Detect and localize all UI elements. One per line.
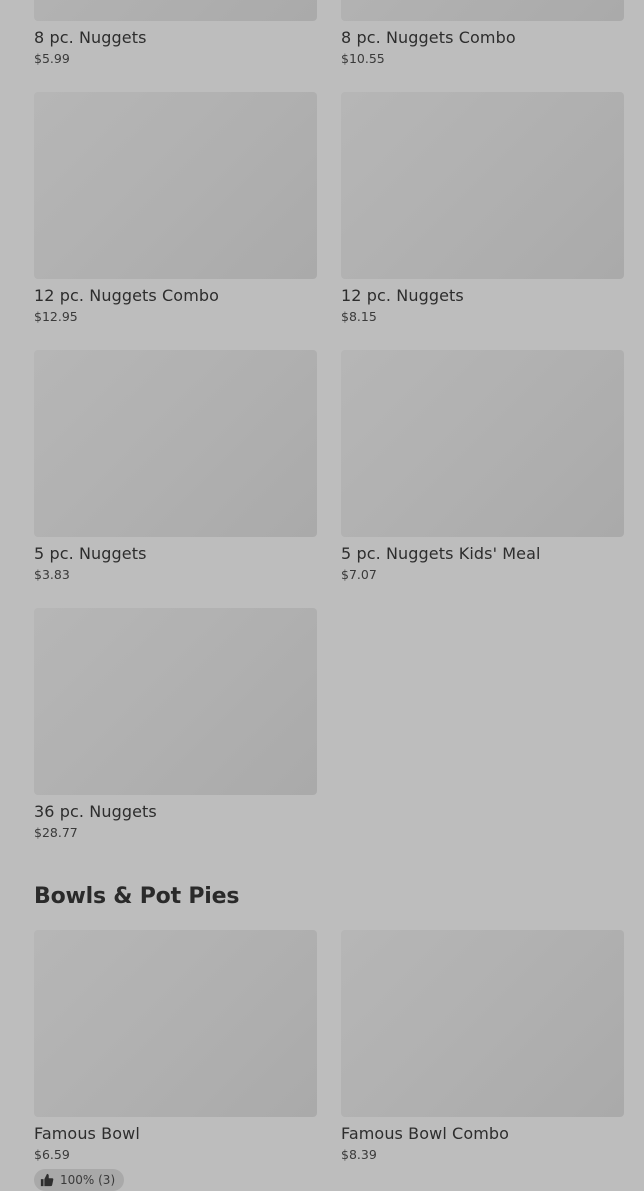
menu-item-price: $8.15 bbox=[341, 309, 377, 324]
menu-item-price: $12.95 bbox=[34, 309, 78, 324]
menu-item-image bbox=[34, 350, 317, 537]
menu-item-name: Famous Bowl bbox=[34, 1124, 140, 1143]
menu-item-name: Famous Bowl Combo bbox=[341, 1124, 510, 1143]
menu-item-image bbox=[341, 92, 624, 279]
menu-item-card[interactable]: 8 pc. Nuggets Combo $10.55 bbox=[341, 0, 624, 67]
menu-item-name: 12 pc. Nuggets Combo bbox=[34, 286, 220, 305]
menu-item-image bbox=[341, 350, 624, 537]
menu-item-price: $7.07 bbox=[341, 567, 377, 582]
menu-item-image bbox=[341, 930, 624, 1117]
menu-item-price: $8.39 bbox=[341, 1147, 377, 1162]
menu-item-price: $6.59 bbox=[34, 1147, 70, 1162]
section-title: Bowls & Pot Pies bbox=[34, 884, 240, 909]
menu-item-name: 12 pc. Nuggets bbox=[341, 286, 464, 305]
menu-item-name: 8 pc. Nuggets Combo bbox=[341, 28, 516, 47]
menu-item-card[interactable]: Famous Bowl $6.59 100% (3) bbox=[34, 930, 317, 1191]
menu-page: 8 pc. Nuggets $5.99 8 pc. Nuggets Combo … bbox=[0, 0, 644, 1191]
menu-item-price: $10.55 bbox=[341, 51, 385, 66]
menu-item-card[interactable]: 12 pc. Nuggets Combo $12.95 bbox=[34, 92, 317, 325]
menu-item-card[interactable]: 5 pc. Nuggets $3.83 bbox=[34, 350, 317, 583]
menu-item-price: $3.83 bbox=[34, 567, 70, 582]
menu-item-image bbox=[34, 608, 317, 795]
menu-item-image bbox=[34, 92, 317, 279]
rating-badge: 100% (3) bbox=[34, 1169, 125, 1191]
rating-text: 100% (3) bbox=[60, 1173, 116, 1187]
menu-item-name: 8 pc. Nuggets bbox=[34, 28, 147, 47]
menu-item-price: $5.99 bbox=[34, 51, 70, 66]
menu-item-image bbox=[341, 0, 624, 21]
menu-item-name: 5 pc. Nuggets Kids' Meal bbox=[341, 544, 541, 563]
thumbs-up-icon bbox=[40, 1173, 54, 1187]
menu-item-card[interactable]: 8 pc. Nuggets $5.99 bbox=[34, 0, 317, 67]
menu-item-name: 5 pc. Nuggets bbox=[34, 544, 147, 563]
menu-item-card[interactable]: 36 pc. Nuggets $28.77 bbox=[34, 608, 317, 841]
menu-item-image bbox=[34, 930, 317, 1117]
menu-item-name: 36 pc. Nuggets bbox=[34, 802, 157, 821]
menu-item-image bbox=[34, 0, 317, 21]
menu-item-price: $28.77 bbox=[34, 825, 78, 840]
menu-item-card[interactable]: 5 pc. Nuggets Kids' Meal $7.07 bbox=[341, 350, 624, 583]
menu-item-card[interactable]: 12 pc. Nuggets $8.15 bbox=[341, 92, 624, 325]
menu-item-card[interactable]: Famous Bowl Combo $8.39 bbox=[341, 930, 624, 1163]
